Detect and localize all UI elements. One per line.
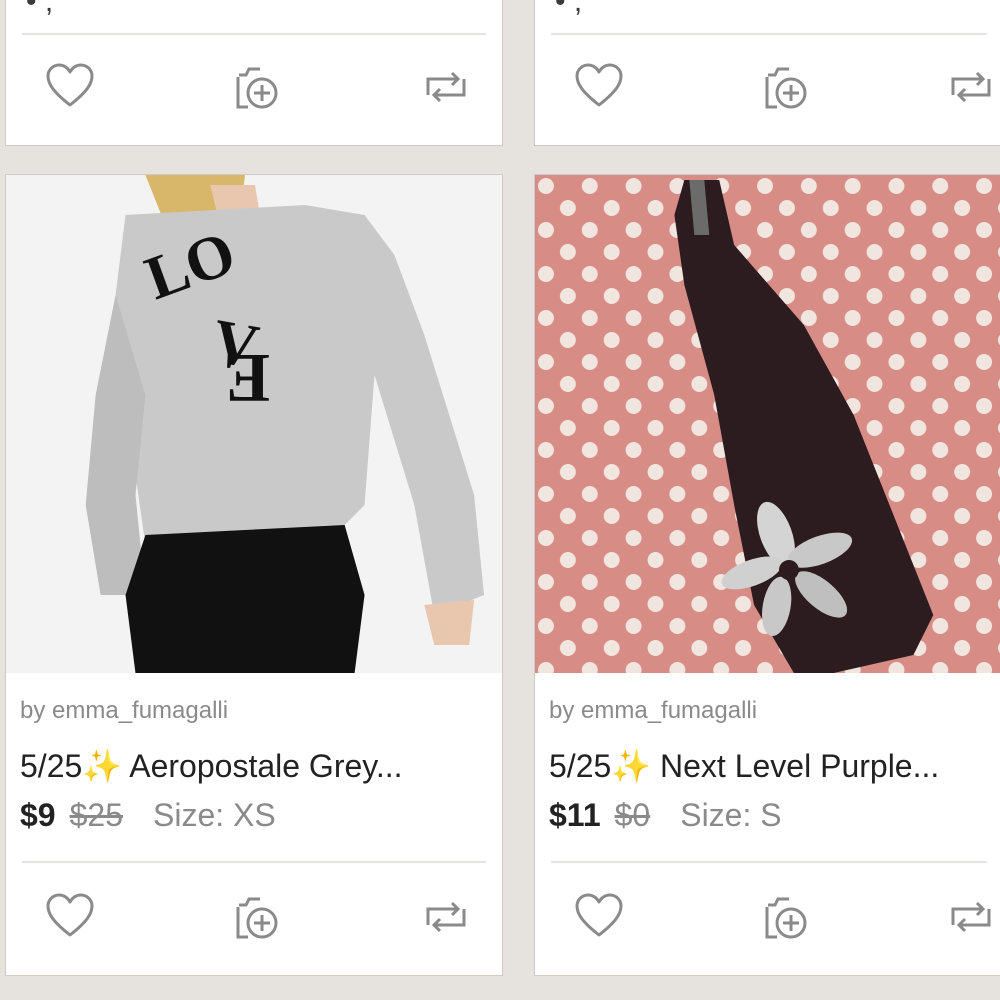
sweater-photo: LO V E — [6, 175, 502, 673]
repost-button[interactable] — [941, 57, 1000, 117]
repost-icon — [426, 901, 466, 933]
share-button[interactable] — [755, 887, 815, 947]
price-row: $9 $25 Size: XS — [20, 797, 276, 834]
repost-button[interactable] — [416, 57, 476, 117]
listing-photo[interactable] — [535, 175, 1000, 673]
seller-name[interactable]: by emma_fumagalli — [20, 697, 228, 725]
listing-title[interactable]: 5/25✨ Next Level Purple... — [549, 747, 983, 785]
listing-card[interactable]: LO V E by emma_fumagalli 5/25✨ Aeroposta… — [5, 174, 503, 976]
share-icon — [765, 67, 807, 109]
listing-card-partial-right[interactable]: • , — [534, 0, 1000, 146]
like-button[interactable] — [569, 57, 629, 117]
share-button[interactable] — [226, 57, 286, 117]
price: $9 — [20, 797, 56, 833]
sweater-print-letter: E — [223, 339, 269, 416]
like-button[interactable] — [569, 887, 629, 947]
repost-button[interactable] — [941, 887, 1000, 947]
size-label: Size: XS — [152, 797, 276, 833]
share-icon — [765, 897, 807, 939]
title-date: 5/25 — [20, 748, 83, 784]
share-button[interactable] — [755, 57, 815, 117]
card-divider — [22, 33, 486, 35]
share-icon — [236, 897, 278, 939]
heart-icon — [46, 63, 94, 107]
truncated-card-text: • , — [555, 0, 583, 18]
card-actions — [535, 887, 1000, 947]
share-button[interactable] — [226, 887, 286, 947]
listing-card-partial-left[interactable]: • , — [5, 0, 503, 146]
card-divider — [551, 33, 987, 35]
card-divider — [22, 861, 486, 863]
heart-icon — [575, 893, 623, 937]
title-text: Aeropostale Grey... — [129, 748, 403, 784]
sparkle-emoji: ✨ — [82, 748, 123, 784]
price-row: $11 $0 Size: S — [549, 797, 782, 834]
listing-card[interactable]: by emma_fumagalli 5/25✨ Next Level Purpl… — [534, 174, 1000, 976]
price: $11 — [549, 797, 601, 833]
card-divider — [551, 861, 987, 863]
like-button[interactable] — [40, 57, 100, 117]
card-actions — [535, 57, 1000, 117]
sparkle-emoji: ✨ — [611, 748, 652, 784]
repost-icon — [951, 71, 991, 103]
like-button[interactable] — [40, 887, 100, 947]
title-date: 5/25 — [549, 748, 612, 784]
original-price: $25 — [69, 797, 123, 833]
repost-icon — [426, 71, 466, 103]
truncated-card-text: • , — [26, 0, 54, 18]
share-icon — [236, 67, 278, 109]
repost-button[interactable] — [416, 887, 476, 947]
title-text: Next Level Purple... — [660, 748, 940, 784]
size-label: Size: S — [680, 797, 782, 833]
heart-icon — [575, 63, 623, 107]
listing-title[interactable]: 5/25✨ Aeropostale Grey... — [20, 747, 482, 785]
card-actions — [6, 887, 502, 947]
original-price: $0 — [614, 797, 651, 833]
repost-icon — [951, 901, 991, 933]
heart-icon — [46, 893, 94, 937]
card-actions — [6, 57, 502, 117]
dress-photo — [535, 175, 1000, 673]
listing-photo[interactable]: LO V E — [6, 175, 502, 673]
seller-name[interactable]: by emma_fumagalli — [549, 697, 757, 725]
